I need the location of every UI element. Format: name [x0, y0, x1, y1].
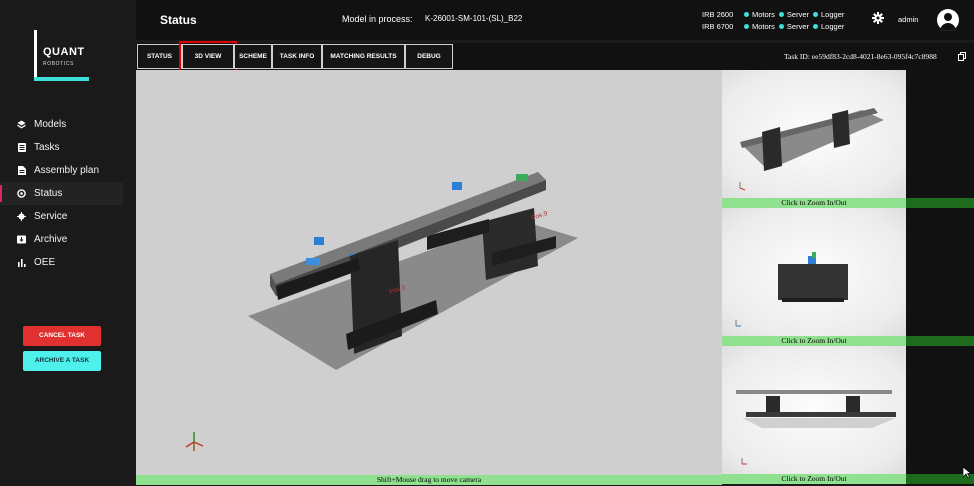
- sidebar-item-status[interactable]: Status: [0, 182, 123, 205]
- status-item: Logger: [813, 22, 844, 31]
- logo-bar-vertical: [34, 30, 37, 80]
- status-label: Logger: [821, 10, 845, 19]
- sidebar-item-label: Tasks: [34, 142, 60, 153]
- header: Status Model in process: K-26001-SM-101-…: [136, 0, 974, 40]
- copy-icon-front: [958, 54, 964, 61]
- task-id: Task ID: ee59df83-2cd8-4021-8e63-095f4c7…: [784, 52, 937, 61]
- gear-icon: [17, 212, 26, 221]
- status-label: Server: [786, 10, 810, 19]
- 3d-viewport[interactable]: Pos.3 Pos.9 Shift+Mouse drag to move cam…: [136, 70, 722, 485]
- tab-debug[interactable]: DEBUG: [405, 44, 453, 69]
- robot-status-row: IRB 6700 Motors Server Logger: [702, 22, 848, 31]
- sidebar-item-tasks[interactable]: Tasks: [0, 136, 123, 159]
- zoom-toggle-button[interactable]: Click to Zoom In/Out: [722, 336, 906, 346]
- thumbnail-panel: Click to Zoom In/Out Click to Zoom In/Ou…: [722, 70, 906, 486]
- user-name[interactable]: admin: [898, 15, 918, 24]
- sidebar-item-label: Service: [34, 211, 68, 222]
- status-item: Motors: [744, 22, 775, 31]
- status-dot: [744, 24, 749, 29]
- sidebar-item-archive[interactable]: Archive: [0, 228, 123, 251]
- sidebar-item-label: Models: [34, 119, 67, 130]
- tab-scheme[interactable]: SCHEME: [234, 44, 272, 69]
- logo-name: QUANT: [43, 46, 85, 58]
- settings-gear-icon[interactable]: [872, 12, 884, 24]
- thumbnail-image: [722, 208, 906, 336]
- tab-task-info[interactable]: TASK INFO: [272, 44, 322, 69]
- thumbnail-image: [722, 346, 906, 474]
- thumbnail-side[interactable]: Click to Zoom In/Out: [722, 346, 906, 484]
- tab-3d-view[interactable]: 3D VIEW: [179, 41, 237, 72]
- 3d-scene: Pos.3 Pos.9: [185, 172, 578, 451]
- status-label: Motors: [752, 22, 775, 31]
- copy-icon[interactable]: [958, 52, 966, 61]
- archive-icon: [17, 235, 26, 244]
- model-label: Model in process:: [342, 14, 413, 24]
- sidebar-item-label: Status: [34, 188, 63, 199]
- tasks-icon: [17, 143, 26, 152]
- sidebar-item-label: OEE: [34, 257, 56, 268]
- sidebar-item-label: Archive: [34, 234, 68, 245]
- axes-gizmo-icon: [185, 432, 204, 451]
- thumbnail-front[interactable]: Click to Zoom In/Out: [722, 208, 906, 346]
- status-item: Server: [778, 22, 810, 31]
- sidebar-item-models[interactable]: Models: [0, 113, 123, 136]
- bar-chart-icon: [17, 258, 26, 267]
- page-title: Status: [160, 13, 197, 27]
- status-label: Server: [786, 22, 810, 31]
- avatar[interactable]: [937, 9, 959, 31]
- assembly-plan-icon: [17, 166, 26, 175]
- clamp: [452, 182, 462, 190]
- thumbnail-iso[interactable]: Click to Zoom In/Out: [722, 70, 906, 208]
- sidebar-item-oee[interactable]: OEE: [0, 251, 123, 274]
- strip-indicator: [906, 198, 974, 208]
- logo: QUANT ROBOTICS: [34, 30, 90, 84]
- robot-name: IRB 6700: [702, 22, 734, 31]
- robot-status-row: IRB 2600 Motors Server Logger: [702, 10, 848, 19]
- camera-hint: Shift+Mouse drag to move camera: [136, 475, 722, 485]
- status-item: Server: [778, 10, 810, 19]
- status-label: Motors: [752, 10, 775, 19]
- status-dot: [778, 12, 784, 17]
- tab-matching-results[interactable]: MATCHING RESULTS: [322, 44, 405, 69]
- avatar-head: [944, 13, 952, 21]
- avatar-body: [940, 23, 956, 31]
- robot-name: IRB 2600: [702, 10, 734, 19]
- status-dot: [813, 24, 819, 29]
- sidebar-item-label: Assembly plan: [34, 165, 100, 176]
- status-icon: [17, 189, 26, 198]
- sidebar-nav: Models Tasks Assembly plan Status Servic…: [0, 113, 123, 274]
- clamp: [314, 237, 324, 245]
- right-strip: [906, 70, 974, 486]
- status-dot: [813, 12, 819, 17]
- model-value: K-26001-SM-101-(SL)_B22: [425, 14, 523, 23]
- tab-bar: STATUS 3D VIEW SCHEME TASK INFO MATCHING…: [136, 41, 974, 72]
- sidebar-item-service[interactable]: Service: [0, 205, 123, 228]
- archive-task-button[interactable]: ARCHIVE A TASK: [23, 351, 101, 371]
- tab-status[interactable]: STATUS: [137, 44, 182, 69]
- sidebar: QUANT ROBOTICS Models Tasks Assembly pla…: [0, 0, 123, 486]
- mouse-cursor-icon: [962, 466, 972, 484]
- status-label: Logger: [821, 22, 845, 31]
- status-dot: [778, 24, 784, 29]
- zoom-toggle-button[interactable]: Click to Zoom In/Out: [722, 198, 906, 208]
- cancel-task-button[interactable]: CANCEL TASK: [23, 326, 101, 346]
- status-item: Motors: [744, 10, 775, 19]
- zoom-toggle-button[interactable]: Click to Zoom In/Out: [722, 474, 906, 484]
- app: QUANT ROBOTICS Models Tasks Assembly pla…: [0, 0, 974, 486]
- status-dot: [744, 12, 749, 17]
- thumbnail-image: [722, 70, 906, 198]
- logo-bar-horizontal: [34, 77, 89, 81]
- logo-subtitle: ROBOTICS: [43, 61, 74, 67]
- strip-indicator: [906, 336, 974, 346]
- clamp: [306, 258, 320, 265]
- models-icon: [17, 120, 26, 129]
- gripper: [516, 174, 528, 181]
- status-item: Logger: [813, 10, 844, 19]
- sidebar-item-assembly-plan[interactable]: Assembly plan: [0, 159, 123, 182]
